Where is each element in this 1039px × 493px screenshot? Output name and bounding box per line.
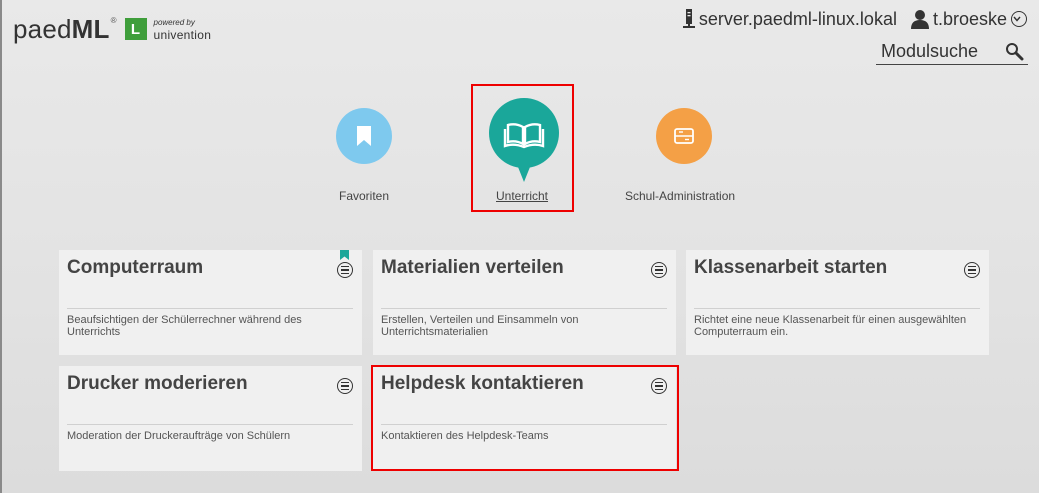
selection-highlight-helpdesk xyxy=(371,365,679,471)
tile-title: Materialien verteilen xyxy=(381,257,564,278)
user-icon xyxy=(910,10,929,29)
tile-divider xyxy=(694,308,980,309)
tile-divider xyxy=(381,308,667,309)
tile-title: Drucker moderieren xyxy=(67,373,248,394)
chevron-down-icon[interactable] xyxy=(1011,11,1027,27)
server-name: server.paedml-linux.lokal xyxy=(698,8,897,29)
tile-title: Klassenarbeit starten xyxy=(694,257,888,278)
tile-drucker-moderieren[interactable]: Drucker moderieren Moderation der Drucke… xyxy=(59,366,362,471)
header-status: server.paedml-linux.lokal t.broeske xyxy=(682,6,1027,32)
search-input[interactable]: Modulsuche xyxy=(881,41,1004,62)
tile-menu-icon[interactable] xyxy=(337,262,353,278)
logo-badge: L xyxy=(124,18,147,40)
tile-title: Computerraum xyxy=(67,257,204,278)
category-label-schul-administration[interactable]: Schul-Administration xyxy=(625,189,735,203)
category-label-favoriten[interactable]: Favoriten xyxy=(339,189,389,203)
tile-description: Richtet eine neue Klassenarbeit für eine… xyxy=(694,314,967,338)
category-schul-administration[interactable] xyxy=(656,108,712,164)
tile-menu-icon[interactable] xyxy=(337,378,353,394)
search-icon[interactable] xyxy=(1004,41,1024,61)
user-menu[interactable]: t.broeske xyxy=(910,8,1027,30)
favorite-bookmark-icon xyxy=(340,250,349,260)
selection-highlight-unterricht xyxy=(471,84,574,212)
tile-description: Erstellen, Verteilen und Einsammeln von … xyxy=(381,314,579,338)
powered-by-univention: powered by univention xyxy=(153,18,212,42)
school-admin-icon xyxy=(656,108,712,164)
server-info: server.paedml-linux.lokal xyxy=(682,8,897,30)
tile-description: Beaufsichtigen der Schülerrechner währen… xyxy=(67,314,302,338)
paedml-logo[interactable]: paedML ® L powered by univention xyxy=(13,12,211,46)
category-favoriten[interactable] xyxy=(336,108,392,164)
tile-description: Moderation der Druckeraufträge von Schül… xyxy=(67,430,291,442)
server-icon xyxy=(682,9,695,28)
tile-divider xyxy=(67,308,353,309)
tile-computerraum[interactable]: Computerraum Beaufsichtigen der Schülerr… xyxy=(59,250,362,355)
tile-menu-icon[interactable] xyxy=(964,262,980,278)
logo-registered-mark: ® xyxy=(110,16,117,25)
user-name: t.broeske xyxy=(932,8,1007,29)
module-search[interactable]: Modulsuche xyxy=(876,38,1028,65)
logo-wordmark: paedML xyxy=(13,14,110,44)
tile-klassenarbeit-starten[interactable]: Klassenarbeit starten Richtet eine neue … xyxy=(686,250,989,355)
bookmark-icon xyxy=(336,108,392,164)
tile-materialien-verteilen[interactable]: Materialien verteilen Erstellen, Verteil… xyxy=(373,250,676,355)
window-left-edge xyxy=(0,0,2,493)
tile-divider xyxy=(67,424,353,425)
tile-menu-icon[interactable] xyxy=(651,262,667,278)
